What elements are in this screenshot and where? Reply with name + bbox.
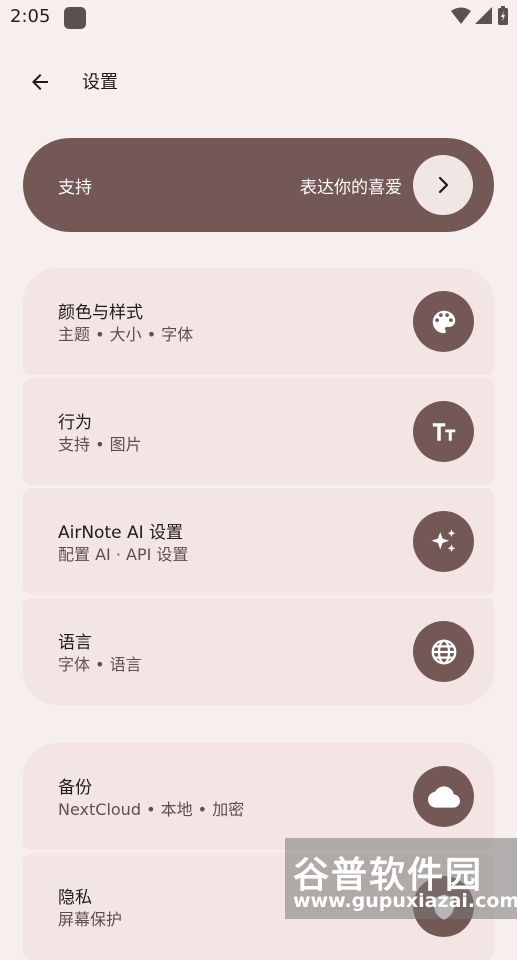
settings-item-color-style[interactable]: 颜色与样式 主题 • 大小 • 字体	[23, 268, 494, 375]
signal-icon	[475, 7, 492, 24]
item-subtitle: 主题 • 大小 • 字体	[58, 325, 194, 344]
battery-icon	[498, 6, 508, 25]
support-card[interactable]: 支持 表达你的喜爱	[23, 138, 494, 232]
page-title: 设置	[82, 72, 118, 93]
chevron-right-icon	[438, 176, 449, 194]
item-subtitle: 字体 • 语言	[58, 655, 142, 674]
settings-item-language[interactable]: 语言 字体 • 语言	[23, 598, 494, 705]
item-title: AirNote AI 设置	[58, 523, 184, 543]
item-title: 隐私	[58, 888, 92, 908]
palette-icon	[413, 291, 474, 352]
support-label: 支持	[58, 178, 92, 198]
wifi-icon	[451, 7, 471, 24]
back-button[interactable]	[22, 64, 58, 100]
item-subtitle: 支持 • 图片	[58, 435, 142, 454]
text-size-icon	[413, 401, 474, 462]
item-title: 行为	[58, 413, 92, 433]
settings-group-appearance: 颜色与样式 主题 • 大小 • 字体 行为 支持 • 图片 AirNote AI…	[23, 268, 494, 708]
settings-item-behavior[interactable]: 行为 支持 • 图片	[23, 378, 494, 485]
item-title: 颜色与样式	[58, 303, 143, 323]
item-subtitle: 配置 AI · API 设置	[58, 545, 189, 564]
item-title: 备份	[58, 778, 92, 798]
item-subtitle: 屏幕保护	[58, 910, 123, 929]
support-arrow-button[interactable]	[413, 155, 473, 215]
item-title: 语言	[58, 633, 92, 653]
cloud-icon	[413, 766, 474, 827]
status-time: 2:05	[10, 6, 51, 27]
top-app-bar: 设置	[0, 56, 517, 106]
settings-item-backup[interactable]: 备份 NextCloud • 本地 • 加密	[23, 743, 494, 850]
arrow-back-icon	[32, 74, 48, 90]
watermark-logo: 谷普软件园 www.gupuxiazai.com	[285, 838, 517, 919]
support-subtitle: 表达你的喜爱	[300, 178, 402, 198]
watermark-url: www.gupuxiazai.com	[293, 890, 517, 912]
sparkle-icon	[413, 511, 474, 572]
settings-item-ai[interactable]: AirNote AI 设置 配置 AI · API 设置	[23, 488, 494, 595]
status-bar: 2:05	[0, 0, 517, 36]
globe-icon	[413, 621, 474, 682]
status-icons	[451, 6, 509, 26]
notification-app-icon	[64, 7, 86, 29]
item-subtitle: NextCloud • 本地 • 加密	[58, 800, 245, 819]
